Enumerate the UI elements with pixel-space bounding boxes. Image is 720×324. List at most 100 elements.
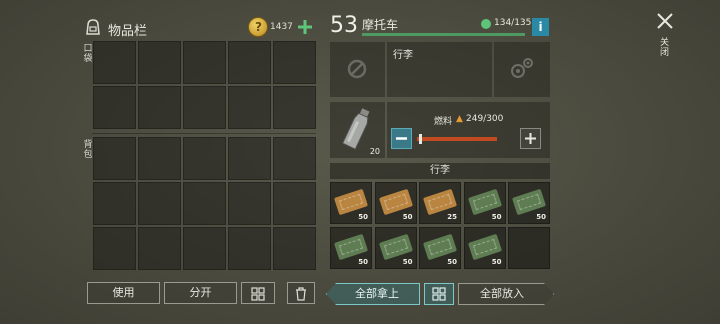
inventory-slot[interactable] <box>93 182 136 225</box>
inventory-slot[interactable] <box>93 227 136 270</box>
info-icon: i <box>538 20 543 34</box>
fuel-panel: 燃料 ▲ 249/300 <box>387 102 550 158</box>
cargo-slot[interactable]: 50 <box>463 227 506 269</box>
inventory-slot[interactable] <box>228 41 271 84</box>
vehicle-level: 53 <box>330 13 358 38</box>
item-count: 50 <box>402 213 413 221</box>
inventory-panel: 物品栏 ? 1437 口袋 背包 使用 分开 <box>0 0 320 324</box>
item-count: 50 <box>491 213 502 221</box>
item-count: 50 <box>358 213 368 221</box>
inventory-slot[interactable] <box>273 227 316 270</box>
item-count: 50 <box>358 258 368 266</box>
cargo-slot[interactable]: 50 <box>374 227 417 269</box>
item-count: 25 <box>447 213 457 221</box>
cargo-slot-empty[interactable] <box>508 227 550 269</box>
cargo-sort-button[interactable] <box>424 283 454 305</box>
fuel-slider-handle[interactable] <box>419 134 422 144</box>
cargo-label: 行李 <box>430 165 450 176</box>
no-entry-icon <box>347 59 367 79</box>
inventory-slot[interactable] <box>93 41 136 84</box>
orange-ticket-icon <box>422 188 458 216</box>
inventory-slot[interactable] <box>273 86 316 129</box>
take-all-label: 全部拿上 <box>355 287 399 300</box>
inventory-slot[interactable] <box>138 182 181 225</box>
inventory-slot[interactable] <box>183 182 226 225</box>
inventory-slot[interactable] <box>273 41 316 84</box>
pocket-label: 口袋 <box>83 44 93 64</box>
take-all-button[interactable]: 全部拿上 <box>326 283 420 305</box>
inventory-slot[interactable] <box>183 86 226 129</box>
inventory-slot[interactable] <box>273 137 316 180</box>
engine-slot[interactable] <box>494 42 550 97</box>
green-ticket-icon <box>378 233 413 261</box>
inventory-slot[interactable] <box>138 86 181 129</box>
inventory-title: 物品栏 <box>108 24 148 39</box>
trunk-label: 行李 <box>393 50 413 61</box>
coin-count: 1437 <box>270 22 293 32</box>
fuel-slider-track[interactable] <box>417 134 513 144</box>
vehicle-durability: 134/135 <box>494 18 532 28</box>
cargo-slot[interactable]: 50 <box>463 182 506 224</box>
inventory-slot[interactable] <box>138 41 181 84</box>
grid-icon <box>432 287 446 301</box>
fuel-label: 燃料 <box>434 117 453 127</box>
green-ticket-icon <box>333 233 369 261</box>
bottle-count: 20 <box>369 147 380 156</box>
close-button[interactable]: 关闭 <box>652 12 678 66</box>
trunk-panel: 行李 <box>387 42 492 97</box>
add-coins-button[interactable] <box>296 18 314 36</box>
inventory-slot[interactable] <box>228 227 271 270</box>
inventory-slot[interactable] <box>93 86 136 129</box>
fuel-plus-button[interactable] <box>520 128 541 149</box>
grid-icon <box>251 287 265 301</box>
split-button[interactable]: 分开 <box>164 282 237 304</box>
cargo-slot[interactable]: 25 <box>419 182 461 224</box>
inventory-slot[interactable] <box>228 182 271 225</box>
put-all-button[interactable]: 全部放入 <box>458 283 554 305</box>
inventory-slot[interactable] <box>228 86 271 129</box>
coin-icon: ? <box>248 17 268 37</box>
use-button[interactable]: 使用 <box>87 282 160 304</box>
fuel-value: 249/300 <box>466 114 504 124</box>
orange-ticket-icon <box>333 188 369 216</box>
plus-icon <box>525 133 536 144</box>
cargo-slot[interactable]: 50 <box>330 227 372 269</box>
inventory-slot[interactable] <box>93 137 136 180</box>
fuel-minus-button[interactable] <box>391 128 412 149</box>
orange-ticket-icon <box>378 188 413 216</box>
inventory-slot[interactable] <box>273 182 316 225</box>
fuel-bottle-slot[interactable]: 20 <box>330 102 385 158</box>
inventory-slot[interactable] <box>228 137 271 180</box>
fuel-bottle-icon <box>342 108 370 150</box>
item-count: 50 <box>536 213 546 221</box>
green-ticket-icon <box>511 188 547 216</box>
inventory-slot[interactable] <box>138 137 181 180</box>
gears-icon <box>511 58 533 78</box>
item-count: 50 <box>491 258 502 266</box>
equipment-slot-disabled[interactable] <box>330 42 385 97</box>
durability-bar <box>362 33 525 36</box>
sort-button[interactable] <box>241 282 275 304</box>
close-label: 关闭 <box>660 38 670 58</box>
inventory-slot[interactable] <box>183 41 226 84</box>
minus-icon <box>396 137 407 140</box>
cargo-slot[interactable]: 50 <box>330 182 372 224</box>
inventory-slot[interactable] <box>183 227 226 270</box>
trash-button[interactable] <box>287 282 315 304</box>
item-count: 50 <box>447 258 457 266</box>
cargo-slot[interactable]: 50 <box>374 182 417 224</box>
inventory-slot[interactable] <box>138 227 181 270</box>
cargo-slot[interactable]: 50 <box>419 227 461 269</box>
green-ticket-icon <box>422 233 458 261</box>
divider <box>92 133 316 134</box>
plus-icon <box>298 20 312 34</box>
info-button[interactable]: i <box>532 18 549 36</box>
durability-check-icon <box>481 19 491 29</box>
inventory-slot[interactable] <box>183 137 226 180</box>
vehicle-name: 摩托车 <box>362 18 399 32</box>
cargo-slot[interactable]: 50 <box>508 182 550 224</box>
backpack-icon <box>84 18 102 36</box>
green-ticket-icon <box>467 188 502 216</box>
cargo-header: 行李 <box>330 163 550 179</box>
backpack-label: 背包 <box>83 140 93 160</box>
